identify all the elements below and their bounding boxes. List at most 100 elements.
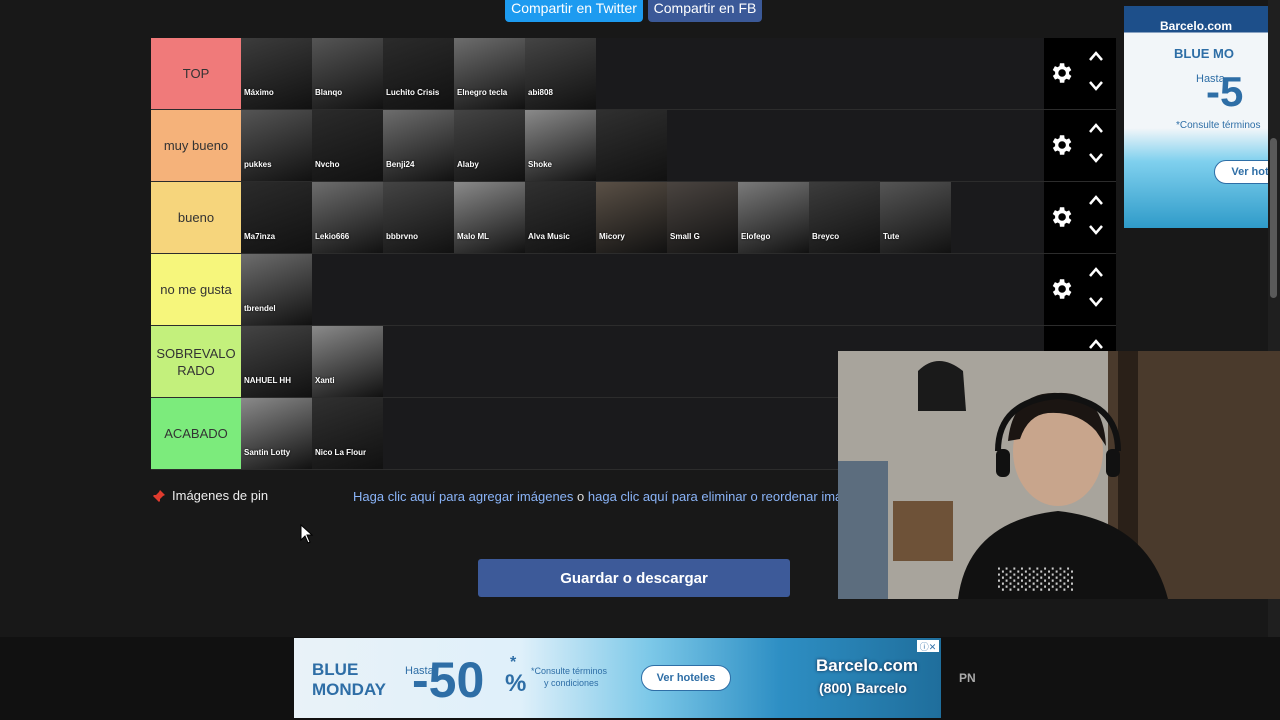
tier-item-caption: Elofego	[741, 232, 771, 241]
side-ad-terms: *Consulte términos	[1176, 120, 1261, 131]
tier-label[interactable]: muy bueno	[151, 110, 241, 181]
tier-row: bueno Ma7inza Lekio666 bbbrvno Malo ML Alva M…	[151, 182, 1116, 254]
tier-item-image[interactable]: Máximo	[241, 38, 312, 109]
tier-controls	[1044, 254, 1116, 325]
tier-item-caption: NAHUEL HH	[244, 376, 291, 385]
chevron-up-icon[interactable]	[1088, 122, 1104, 134]
tier-item-caption: Nico La Flour	[315, 448, 367, 457]
tier-item-image[interactable]: Alva Music	[525, 182, 596, 253]
bottom-ad-terms-2: y condiciones	[544, 678, 599, 688]
tier-item-image[interactable]: tbrendel	[241, 254, 312, 325]
tier-item-image[interactable]: Small G	[667, 182, 738, 253]
webcam-image: ░░░░░	[838, 351, 1280, 599]
gear-icon[interactable]	[1048, 132, 1074, 158]
tier-item-caption: Small G	[670, 232, 700, 241]
tier-item-image[interactable]: abi808	[525, 38, 596, 109]
tier-item-image[interactable]: Xanti	[312, 326, 383, 397]
chevron-up-icon[interactable]	[1088, 194, 1104, 206]
tier-item-image[interactable]: Benji24	[383, 110, 454, 181]
tier-item-caption: Blanqo	[315, 88, 343, 97]
tier-label[interactable]: TOP	[151, 38, 241, 109]
bottom-ad-cta-button[interactable]: Ver hoteles	[641, 665, 731, 691]
tier-item-image[interactable]: Micory	[596, 182, 667, 253]
side-ad-banner[interactable]: Barcelo.com BLUE MO Hasta -5 *Consulte t…	[1124, 6, 1269, 228]
ad-info-icon[interactable]: ⓘ✕	[917, 640, 939, 652]
chevron-down-icon[interactable]	[1088, 224, 1104, 236]
chevron-down-icon[interactable]	[1088, 152, 1104, 164]
page-scrollbar-thumb[interactable]	[1270, 138, 1277, 298]
tier-item-image[interactable]	[596, 110, 667, 181]
webcam-overlay: ░░░░░	[838, 351, 1280, 599]
tier-item-caption: Xanti	[315, 376, 335, 385]
tier-controls	[1044, 182, 1116, 253]
tier-item-caption: pukkes	[244, 160, 272, 169]
links-or-text: o	[577, 489, 585, 504]
bottom-ad-brand: Barcelo.com	[816, 656, 919, 675]
tier-item-image[interactable]: Tute	[880, 182, 951, 253]
tier-item-caption: abi808	[528, 88, 553, 97]
tier-label[interactable]: no me gusta	[151, 254, 241, 325]
tier-item-caption: Shoke	[528, 160, 553, 169]
tier-item-caption: Elnegro tecla	[457, 88, 508, 97]
tier-item-caption: Máximo	[244, 88, 274, 97]
bottom-ad-terms-1: *Consulte términos	[531, 666, 608, 676]
share-twitter-button[interactable]: Compartir en Twitter	[505, 0, 643, 22]
tier-item-image[interactable]: Luchito Crisis	[383, 38, 454, 109]
pn-label: PN	[959, 671, 976, 685]
tier-item-image[interactable]: Malo ML	[454, 182, 525, 253]
tier-item-image[interactable]: Ma7inza	[241, 182, 312, 253]
tier-item-caption: Alva Music	[528, 232, 570, 241]
bottom-ad-percent: %	[505, 670, 527, 697]
tier-item-image[interactable]: Nvcho	[312, 110, 383, 181]
tier-controls	[1044, 38, 1116, 109]
add-images-link[interactable]: Haga clic aquí para agregar imágenes	[353, 489, 573, 504]
bottom-ad-phone: (800) Barcelo	[819, 680, 907, 696]
tier-item-caption: Tute	[883, 232, 900, 241]
tier-label[interactable]: SOBREVALO RADO	[151, 326, 241, 397]
gear-icon[interactable]	[1048, 60, 1074, 86]
tier-item-caption: Alaby	[457, 160, 479, 169]
tier-item-image[interactable]: Elnegro tecla	[454, 38, 525, 109]
tier-item-image[interactable]: bbbrvno	[383, 182, 454, 253]
side-ad-cta-button[interactable]: Ver hot	[1214, 160, 1269, 184]
tier-item-caption: Luchito Crisis	[386, 88, 440, 97]
tier-item-image[interactable]: pukkes	[241, 110, 312, 181]
tier-row: TOP Máximo Blanqo Luchito Crisis Elnegro tec…	[151, 38, 1116, 110]
mouse-cursor-icon	[300, 524, 314, 544]
gear-icon[interactable]	[1048, 204, 1074, 230]
tier-item-image[interactable]: Shoke	[525, 110, 596, 181]
pushpin-icon	[153, 489, 165, 502]
tier-item-image[interactable]: Elofego	[738, 182, 809, 253]
share-facebook-button[interactable]: Compartir en FB	[648, 0, 762, 22]
tier-item-image[interactable]: Lekio666	[312, 182, 383, 253]
chevron-up-icon[interactable]	[1088, 338, 1104, 350]
chevron-up-icon[interactable]	[1088, 266, 1104, 278]
bottom-ad-discount: -50	[412, 652, 485, 708]
chevron-up-icon[interactable]	[1088, 50, 1104, 62]
gear-icon[interactable]	[1048, 276, 1074, 302]
tier-item-caption: Ma7inza	[244, 232, 276, 241]
tier-item-image[interactable]: Blanqo	[312, 38, 383, 109]
tier-item-image[interactable]: Santin Lotty	[241, 398, 312, 469]
tier-label[interactable]: bueno	[151, 182, 241, 253]
save-download-button[interactable]: Guardar o descargar	[478, 559, 790, 597]
tier-controls	[1044, 110, 1116, 181]
pin-images-row[interactable]: Imágenes de pin	[152, 488, 268, 503]
remove-reorder-images-link[interactable]: haga clic aquí para eliminar o reordenar…	[588, 489, 838, 504]
tier-item-caption: Breyco	[812, 232, 840, 241]
side-ad-discount: -5	[1206, 68, 1244, 115]
tier-item-image[interactable]: NAHUEL HH	[241, 326, 312, 397]
tier-label[interactable]: ACABADO	[151, 398, 241, 469]
tier-item-caption: bbbrvno	[386, 232, 418, 241]
chevron-down-icon[interactable]	[1088, 296, 1104, 308]
chevron-down-icon[interactable]	[1088, 80, 1104, 92]
tier-item-image[interactable]: Nico La Flour	[312, 398, 383, 469]
tier-item-caption: Nvcho	[315, 160, 340, 169]
tier-item-image[interactable]: Alaby	[454, 110, 525, 181]
tier-item-image[interactable]: Breyco	[809, 182, 880, 253]
bottom-ad-banner[interactable]: BLUE MONDAY Hasta -50 * % *Consulte térm…	[294, 638, 941, 718]
svg-text:░░░░░: ░░░░░	[998, 567, 1075, 591]
image-links: Haga clic aquí para agregar imágenes o h…	[353, 489, 838, 504]
tier-item-caption: tbrendel	[244, 304, 276, 313]
tier-row: no me gusta tbrendel	[151, 254, 1116, 326]
